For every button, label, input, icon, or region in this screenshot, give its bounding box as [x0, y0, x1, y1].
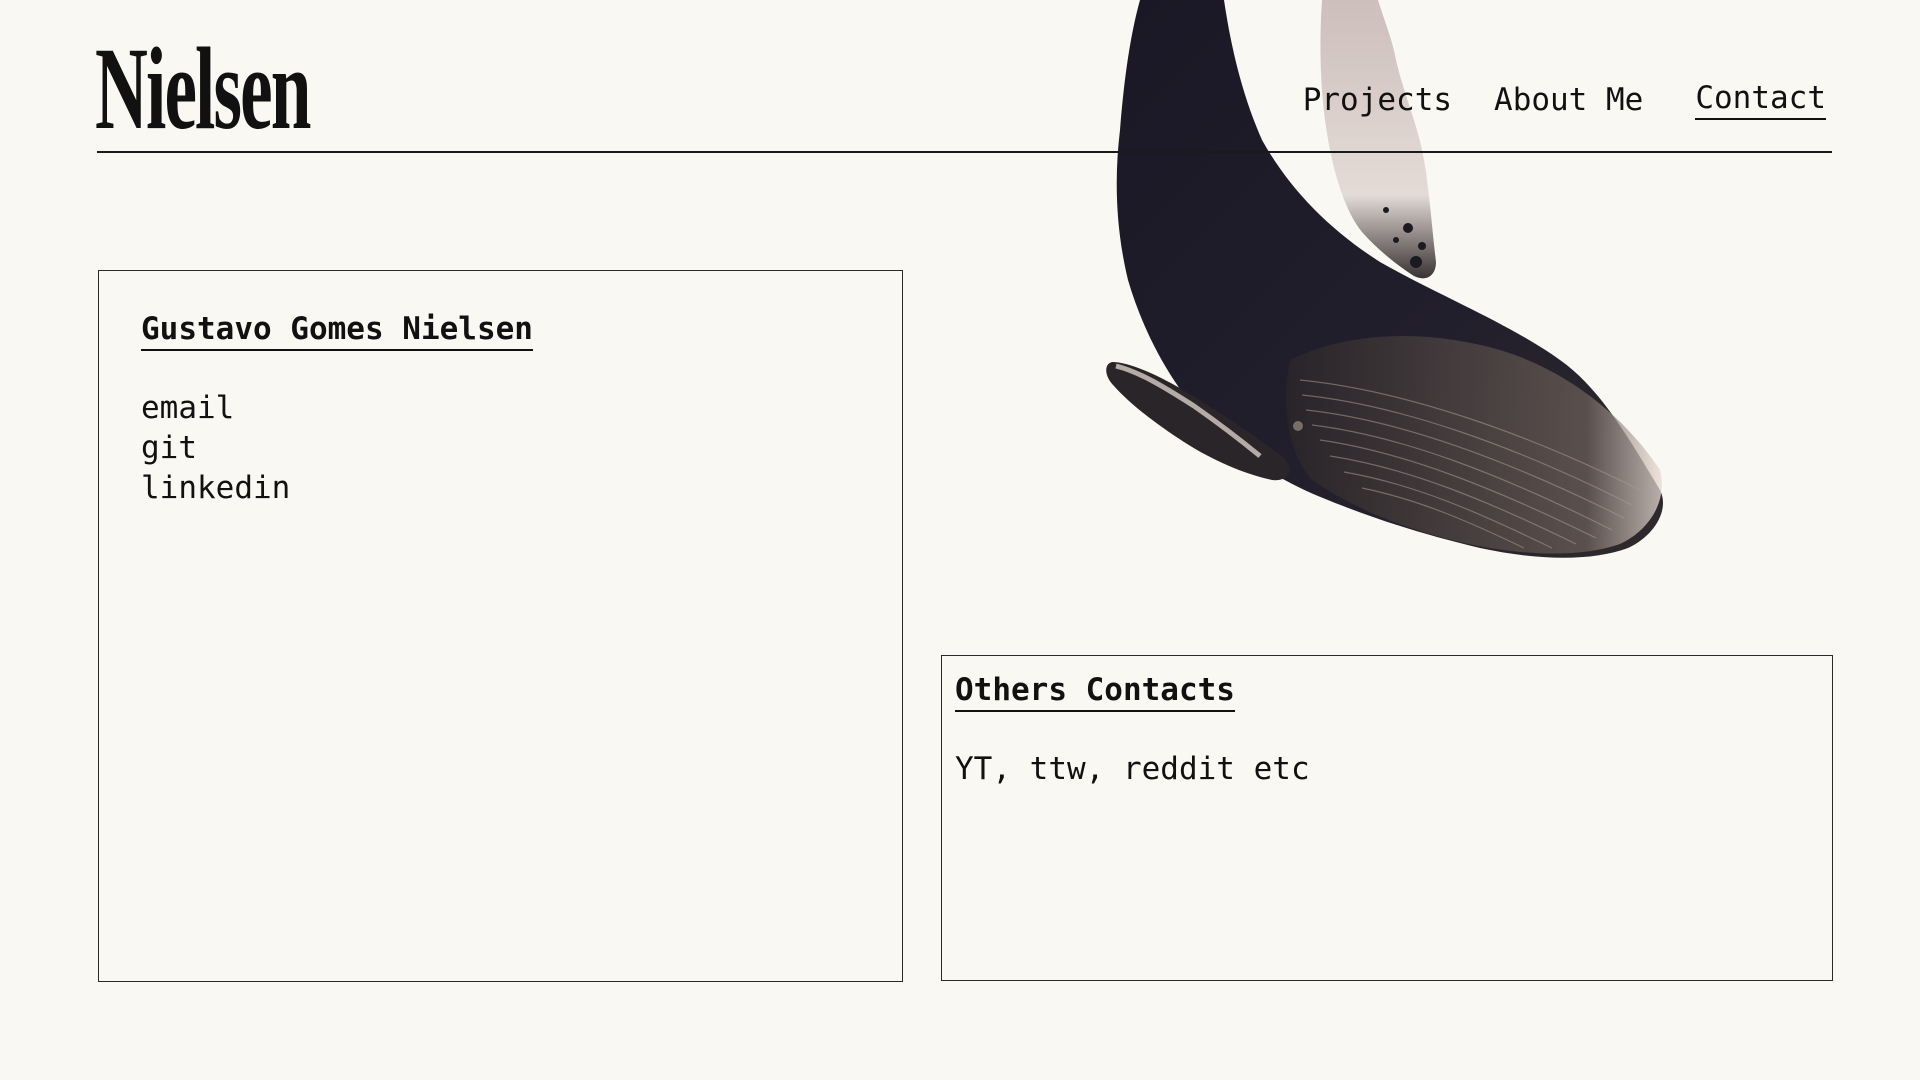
others-contacts-card: Others Contacts YT, ttw, reddit etc [941, 655, 1833, 981]
email-link[interactable]: email [141, 388, 234, 428]
nav-link-contact[interactable]: Contact [1695, 80, 1826, 120]
nav-link-projects[interactable]: Projects [1303, 80, 1452, 120]
site-logo[interactable]: Nielsen [95, 30, 311, 148]
others-contacts-title: Others Contacts [955, 670, 1235, 712]
contact-link-list: email git linkedin [141, 388, 902, 508]
profile-card: Gustavo Gomes Nielsen email git linkedin [98, 270, 903, 982]
others-contacts-text: YT, ttw, reddit etc [955, 751, 1310, 787]
list-item: email [141, 388, 902, 428]
list-item: linkedin [141, 468, 902, 508]
header-divider [97, 151, 1832, 153]
nav-link-about-me[interactable]: About Me [1494, 80, 1643, 120]
main-nav: Projects About Me Contact [1303, 80, 1826, 120]
list-item: git [141, 428, 902, 468]
linkedin-link[interactable]: linkedin [141, 468, 290, 508]
git-link[interactable]: git [141, 428, 197, 468]
profile-name: Gustavo Gomes Nielsen [141, 309, 533, 351]
